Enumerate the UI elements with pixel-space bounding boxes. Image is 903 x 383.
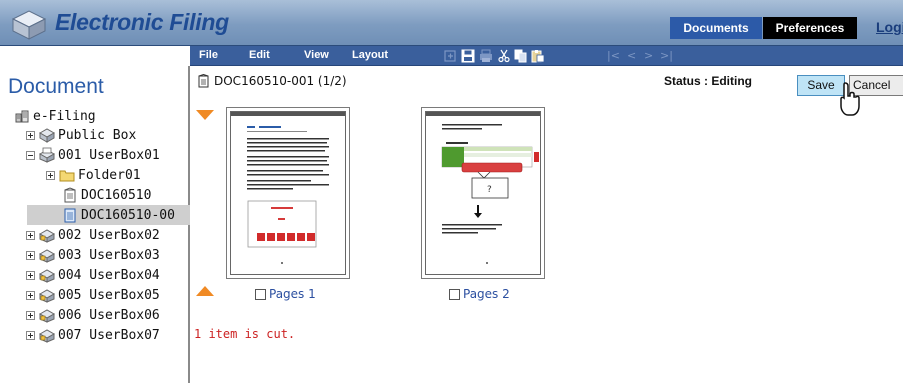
nav-last-icon[interactable]: >| [660,49,673,62]
page-1-checkbox[interactable] [255,288,266,300]
copy-icon[interactable] [514,49,528,63]
nav-prev-icon[interactable]: < [627,49,636,62]
tree-label: 005 UserBox05 [58,287,160,303]
tree-label: 006 UserBox06 [58,307,160,323]
tree-label: 001 UserBox01 [58,147,160,163]
sidebar-title: Document [8,75,104,98]
document-icon [64,187,76,203]
page-1-label: Pages 1 [269,287,316,301]
tree-label: DOC160510-00 [81,207,175,223]
tree-node-userbox04[interactable]: 004 UserBox04 [26,265,160,285]
expand-toggle[interactable] [26,310,35,320]
tree-label: 002 UserBox02 [58,227,160,243]
tree-label: e-Filing [33,108,96,124]
user-box-open-icon [39,147,55,163]
menu-edit[interactable]: Edit [249,49,270,61]
status-text: Status : Editing [664,74,752,88]
tree-node-public-box[interactable]: Public Box [26,125,136,145]
app-title: Electronic Filing [55,9,229,35]
svg-text:?: ? [487,185,492,195]
user-box-icon [39,249,55,263]
tree-node-doc160510[interactable]: DOC160510 [62,185,151,205]
menu-file[interactable]: File [199,49,218,61]
collapse-toggle[interactable] [26,150,35,160]
tree-node-userbox01[interactable]: 001 UserBox01 [26,145,160,165]
efiling-root-icon [15,110,29,123]
expand-toggle[interactable] [26,130,35,140]
print-icon[interactable] [479,49,493,63]
user-box-icon [39,329,55,343]
tab-documents[interactable]: Documents [670,17,762,39]
menu-view[interactable]: View [304,49,329,61]
expand-toggle[interactable] [26,230,35,240]
main-panel: DOC160510-001 (1/2) Status : Editing Sav… [192,66,903,383]
tree-label: Public Box [58,127,137,143]
menubar: File Edit View Layout |< < > >| [190,46,903,66]
tree-label: DOC160510 [81,187,152,203]
nav-next-icon[interactable]: > [644,49,653,62]
tree-label: 007 UserBox07 [58,327,160,343]
page-select-1[interactable]: Pages 1 [255,287,316,301]
folder-icon [59,170,75,182]
expand-toggle[interactable] [46,170,55,180]
expand-toggle[interactable] [26,290,35,300]
tree-label: 003 UserBox03 [58,247,160,263]
insert-page-icon[interactable] [444,49,458,63]
cut-icon[interactable] [497,49,511,63]
login-link[interactable]: Logi [876,19,903,35]
document-name-text: DOC160510-001 (1/2) [214,74,347,88]
sidebar: Document e-Filing Public Box 001 UserBox… [0,66,190,383]
user-box-icon [39,269,55,283]
page-preview: ? [425,111,541,275]
page-thumbnail-1[interactable] [226,107,350,279]
tree-node-userbox07[interactable]: 007 UserBox07 [26,325,160,345]
menu-layout[interactable]: Layout [352,49,388,61]
tree-node-userbox06[interactable]: 006 UserBox06 [26,305,160,325]
efiling-logo-icon [11,10,47,40]
expand-toggle[interactable] [26,250,35,260]
document-name: DOC160510-001 (1/2) [197,74,347,88]
tree-node-doc160510-001[interactable]: DOC160510-00 [27,205,190,225]
save-disk-icon[interactable] [461,49,475,63]
tree-label: Folder01 [78,167,141,183]
cut-status-message: 1 item is cut. [194,327,296,341]
paste-icon[interactable] [531,49,545,63]
tree-node-folder01[interactable]: Folder01 [46,165,141,185]
document-editing-icon [64,208,76,223]
page-2-label: Pages 2 [463,287,510,301]
nav-first-icon[interactable]: |< [607,49,620,62]
tree-node-userbox05[interactable]: 005 UserBox05 [26,285,160,305]
tree-node-efiling[interactable]: e-Filing [14,106,96,126]
page-thumbnail-2[interactable]: ? [421,107,545,279]
user-box-icon [39,289,55,303]
document-icon [198,74,209,88]
scroll-down-arrow-icon[interactable] [196,286,214,296]
page-preview [230,111,346,275]
user-box-icon [39,309,55,323]
page-content-graphic [231,112,345,264]
user-box-icon [39,229,55,243]
tree-label: 004 UserBox04 [58,267,160,283]
mouse-pointer-icon [840,82,860,116]
public-box-icon [39,128,55,143]
page-2-checkbox[interactable] [449,288,460,300]
tree-node-userbox03[interactable]: 003 UserBox03 [26,245,160,265]
expand-toggle[interactable] [26,330,35,340]
scroll-up-arrow-icon[interactable] [196,110,214,120]
tab-preferences[interactable]: Preferences [763,17,857,39]
expand-toggle[interactable] [26,270,35,280]
page-content-graphic: ? [426,112,540,264]
tree-node-userbox02[interactable]: 002 UserBox02 [26,225,160,245]
app-header: Electronic Filing Documents Preferences … [0,0,903,46]
sidebar-header-strip [0,46,190,66]
page-select-2[interactable]: Pages 2 [449,287,510,301]
